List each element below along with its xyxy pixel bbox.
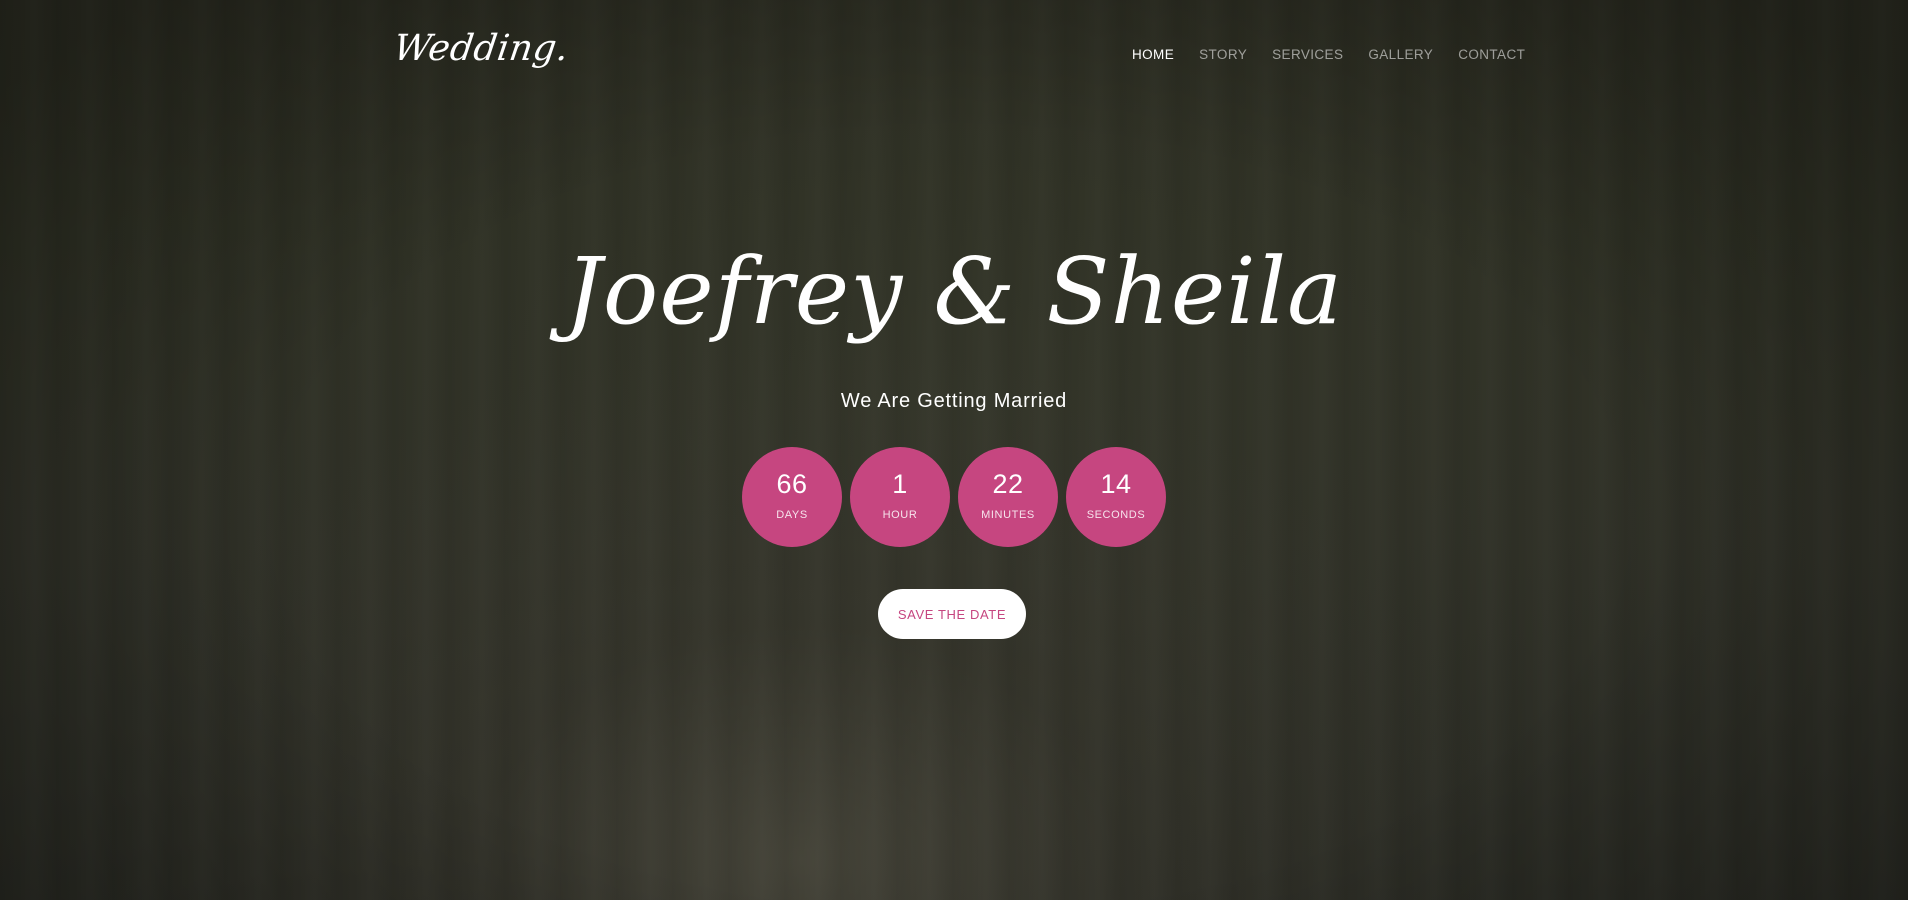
countdown-minutes-value: 22 bbox=[992, 469, 1024, 499]
countdown-hours-label: HOUR bbox=[882, 509, 918, 521]
nav-services[interactable]: SERVICES bbox=[1272, 47, 1343, 62]
countdown-days-label: DAYS bbox=[776, 509, 808, 521]
couple-names-heading: Joefrey & Sheila bbox=[565, 238, 1343, 345]
site-logo[interactable]: Wedding. bbox=[391, 28, 571, 69]
nav-story[interactable]: STORY bbox=[1199, 47, 1247, 62]
countdown-timer: 66 DAYS 1 HOUR 22 MINUTES 14 SECONDS bbox=[742, 447, 1166, 547]
countdown-hours-value: 1 bbox=[892, 469, 908, 499]
countdown-days: 66 DAYS bbox=[742, 447, 842, 547]
countdown-minutes-label: MINUTES bbox=[981, 509, 1035, 521]
countdown-seconds-value: 14 bbox=[1100, 469, 1132, 499]
countdown-seconds: 14 SECONDS bbox=[1066, 447, 1166, 547]
countdown-minutes: 22 MINUTES bbox=[958, 447, 1058, 547]
nav-home[interactable]: HOME bbox=[1132, 47, 1174, 62]
nav-contact[interactable]: CONTACT bbox=[1458, 47, 1525, 62]
main-navigation: HOME STORY SERVICES GALLERY CONTACT bbox=[1132, 47, 1525, 62]
countdown-hours: 1 HOUR bbox=[850, 447, 950, 547]
save-the-date-button[interactable]: SAVE THE DATE bbox=[878, 589, 1026, 639]
nav-gallery[interactable]: GALLERY bbox=[1368, 47, 1433, 62]
countdown-seconds-label: SECONDS bbox=[1086, 509, 1146, 521]
countdown-days-value: 66 bbox=[776, 469, 808, 499]
hero-subtitle: We Are Getting Married bbox=[840, 390, 1068, 412]
